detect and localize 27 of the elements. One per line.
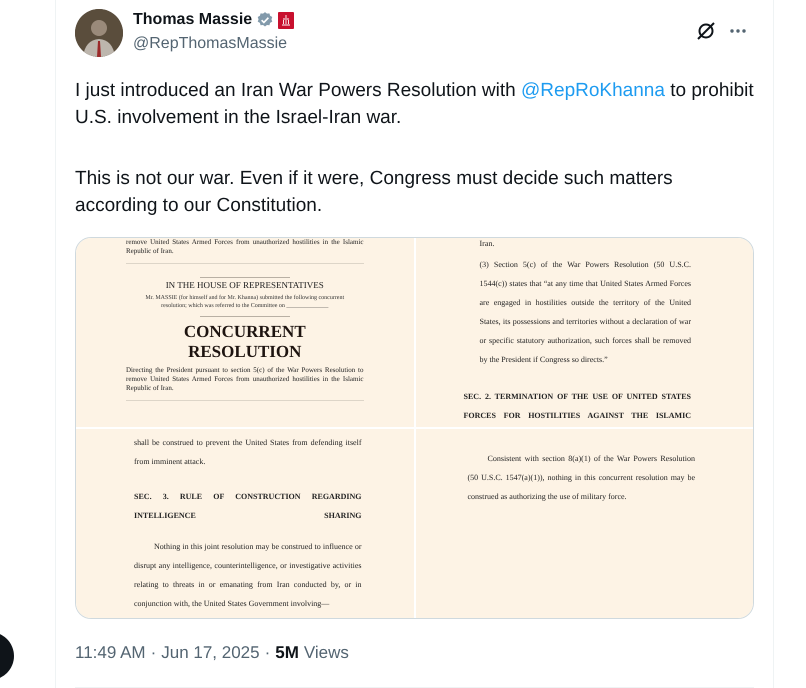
views-count: 5M — [275, 642, 299, 664]
author-name[interactable]: Thomas Massie — [133, 10, 252, 30]
author-handle[interactable]: @RepThomasMassie — [133, 34, 288, 54]
document-page[interactable]: Consistent with section 8(a)(1) of the War Powers Resolution (50 U.S.C. 1547(a)(1)), nothing in this concurrent resolution may be construed as authorizing the use of military force. — [416, 429, 753, 618]
tweet-text: This is not our war. Even if it were, Congress must decide such matters according to our Constitution. — [75, 167, 674, 218]
document-paragraph: Nothing in this joint resolution may be construed to influence or disrupt any intelligence, counterintelligence, or investigative activities relating to threats in or emanating from Iran conducted by, or in conjunction with, the United States Government involving— — [134, 541, 362, 610]
document-heading: SEC. 2. TERMINATION OF THE USE OF UNITED STATES FORCES FOR HOSTILITIES AGAINST THE ISLAMIC — [464, 391, 691, 422]
document-page[interactable] — [76, 429, 414, 618]
document-page[interactable] — [76, 238, 414, 427]
document-paragraph: (3) Section 5(c) of the War Powers Resolution (50 U.S.C. 1544(c)) states that “at any time that United States Armed Forces are engaged in hostilities outside the territory of the United States, its possessions and territories without a declaration of war or specific statutory authorization, such forces shall be removed by the President if Congress so directs.” — [478, 259, 691, 366]
document-page[interactable] — [416, 238, 753, 427]
media-grid[interactable] — [75, 237, 754, 619]
views-label: Views — [304, 642, 349, 664]
post-time[interactable]: 11:49 AM — [75, 641, 146, 665]
slashed-circle-icon[interactable] — [696, 21, 716, 41]
document-heading: IN THE HOUSE OF REPRESENTATIVES — [164, 279, 325, 291]
document-paragraph: Consistent with section 8(a)(1) of the War Powers Resolution (50 U.S.C. 1547(a)(1)), nothing in this concurrent resolution may be construed as authorizing the use of military force. — [468, 453, 695, 503]
separator-dot: · — [150, 642, 156, 664]
tweet-text: I just introduced an Iran War Powers Resolution with @RepRoKhanna to prohibit U.S. involvement in the Israel-Iran war. — [75, 79, 754, 130]
government-label-icon — [278, 12, 294, 28]
document-heading: SEC. 3. RULE OF CONSTRUCTION REGARDING INTELLIGENCE SHARING — [134, 491, 362, 522]
separator-dot: · — [264, 642, 270, 664]
post-date[interactable]: Jun 17, 2025 — [161, 641, 260, 665]
avatar[interactable] — [75, 9, 123, 57]
document-paragraph: Iran. — [478, 238, 496, 250]
document-title: CONCURRENT RESOLUTION — [182, 322, 307, 362]
document-paragraph: shall be construed to prevent the United States from defending itself from imminent attack. — [134, 437, 362, 468]
